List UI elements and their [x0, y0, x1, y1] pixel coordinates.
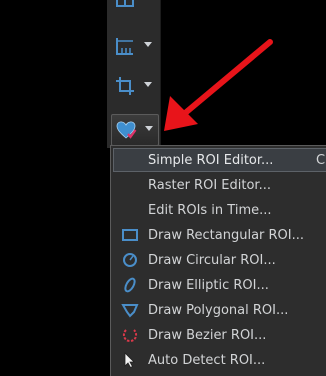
ellipse-icon: [124, 277, 136, 293]
menu-item-simple-roi-editor[interactable]: Simple ROI Editor... C: [111, 149, 326, 171]
roi-heart-icon: [116, 121, 137, 139]
polygon-icon: [121, 304, 139, 318]
menu-item-label: Raster ROI Editor...: [148, 178, 271, 193]
menu-item-label: Draw Polygonal ROI...: [148, 303, 289, 318]
menu-item-draw-polygonal-roi[interactable]: Draw Polygonal ROI...: [111, 299, 326, 321]
menu-item-label: Draw Bezier ROI...: [148, 328, 267, 343]
annotation-arrow-icon: [164, 39, 273, 131]
menu-item-label: Auto Detect ROI...: [148, 353, 266, 368]
crop-icon: [116, 77, 134, 95]
measure-icon: [116, 38, 133, 55]
grid-icon: [116, 0, 134, 7]
grid-tool-button[interactable]: [111, 0, 157, 14]
menu-item-draw-bezier-roi[interactable]: Draw Bezier ROI...: [111, 324, 326, 346]
menu-item-edit-rois-in-time[interactable]: Edit ROIs in Time...: [111, 199, 326, 221]
menu-item-draw-circular-roi[interactable]: Draw Circular ROI...: [111, 249, 326, 271]
menu-item-draw-elliptic-roi[interactable]: Draw Elliptic ROI...: [111, 274, 326, 296]
menu-item-label: Draw Elliptic ROI...: [148, 278, 269, 293]
menu-item-auto-detect-roi[interactable]: Auto Detect ROI...: [111, 349, 326, 371]
menu-item-label: Draw Rectangular ROI...: [148, 228, 305, 243]
bezier-icon: [122, 329, 138, 343]
menu-item-shortcut: C: [316, 153, 326, 168]
menu-item-label: Edit ROIs in Time...: [148, 203, 272, 218]
cursor-icon: [124, 352, 135, 368]
menu-item-label: Simple ROI Editor...: [148, 153, 274, 168]
rectangle-icon: [122, 229, 138, 241]
menu-item-draw-rectangular-roi[interactable]: Draw Rectangular ROI...: [111, 224, 326, 246]
menu-item-raster-roi-editor[interactable]: Raster ROI Editor...: [111, 174, 326, 196]
menu-item-label: Draw Circular ROI...: [148, 253, 276, 268]
roi-dropdown-menu: Simple ROI Editor... C Raster ROI Editor…: [110, 145, 326, 376]
circle-icon: [123, 253, 137, 267]
